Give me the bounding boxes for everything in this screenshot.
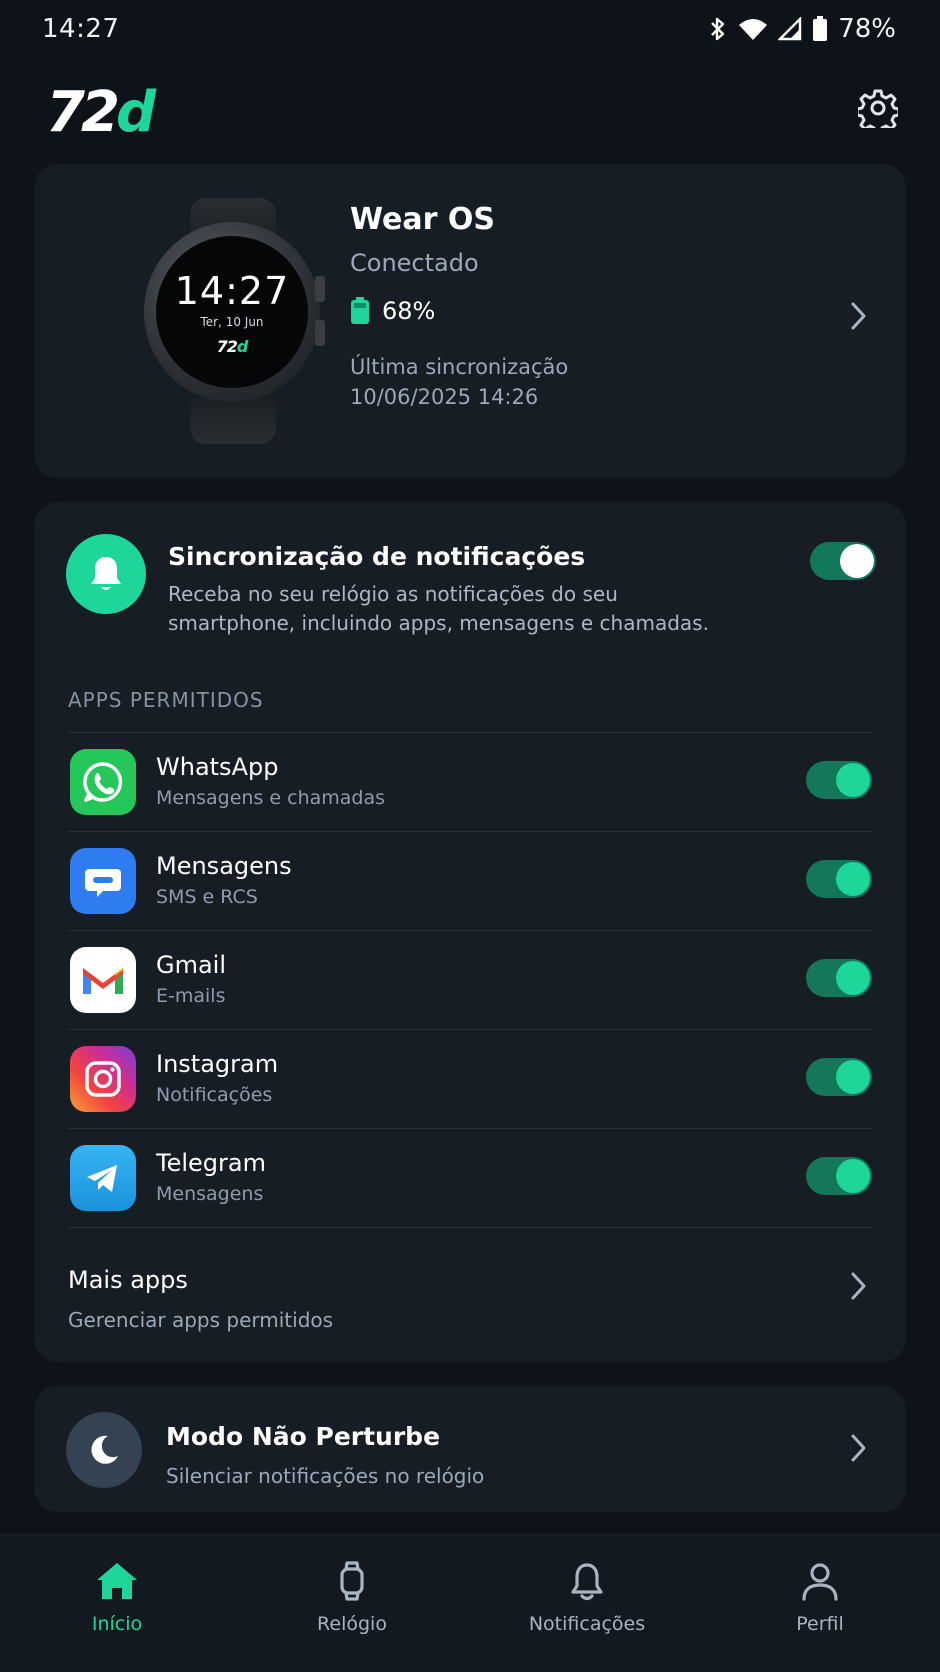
- app-row-instagram: Instagram Notificações: [68, 1029, 872, 1128]
- instagram-toggle[interactable]: [806, 1058, 872, 1096]
- nav-label: Notificações: [528, 1613, 646, 1635]
- app-name: Telegram: [156, 1149, 266, 1177]
- status-icons: 78%: [708, 14, 896, 44]
- telegram-icon: [70, 1145, 136, 1211]
- logo-letter: d: [115, 80, 156, 145]
- gmail-toggle[interactable]: [806, 959, 872, 997]
- dnd-title: Modo Não Perturbe: [166, 1422, 441, 1451]
- notification-sync-card: Sincronização de notificações Receba no …: [34, 502, 906, 1362]
- app-name: WhatsApp: [156, 753, 279, 781]
- app-row-mensagens: Mensagens SMS e RCS: [68, 831, 872, 930]
- device-info: Wear OS Conectado 68% Última sincronizaç…: [350, 202, 568, 409]
- logo-number: 72: [46, 80, 120, 145]
- device-name: Wear OS: [350, 202, 495, 237]
- watch-face: 14:27 Ter, 10 Jun 72d: [156, 236, 308, 388]
- device-battery-text: 68%: [382, 297, 436, 325]
- watch-logo-number: 72: [216, 336, 238, 356]
- dnd-subtitle: Silenciar notificações no relógio: [166, 1464, 485, 1488]
- nav-item-relogio[interactable]: Relógio: [252, 1561, 452, 1635]
- mensagens-toggle[interactable]: [806, 860, 872, 898]
- nav-item-notificacoes[interactable]: Notificações: [487, 1561, 687, 1635]
- watch-face-date: Ter, 10 Jun: [200, 314, 264, 329]
- app-name: Instagram: [156, 1050, 279, 1078]
- bluetooth-icon: [708, 16, 728, 42]
- battery-icon: [351, 297, 369, 324]
- device-status: Conectado: [350, 249, 479, 277]
- allowed-apps-label: APPS PERMITIDOS: [68, 688, 264, 712]
- allowed-apps-list: WhatsApp Mensagens e chamadas Mensagens …: [68, 732, 872, 1227]
- settings-button[interactable]: [854, 84, 902, 132]
- telegram-toggle[interactable]: [806, 1157, 872, 1195]
- moon-icon: [66, 1412, 142, 1488]
- app-row-gmail: Gmail E-mails: [68, 930, 872, 1029]
- home-icon: [97, 1563, 137, 1599]
- watch-icon: [340, 1561, 364, 1601]
- status-time: 14:27: [42, 14, 120, 44]
- bell-icon: [571, 1563, 603, 1601]
- more-apps-subtitle: Gerenciar apps permitidos: [68, 1308, 334, 1332]
- watch-face-logo: 72d: [216, 336, 249, 356]
- watch-face-time: 14:27: [174, 268, 290, 313]
- notification-sync-title: Sincronização de notificações: [168, 542, 586, 571]
- notification-sync-toggle[interactable]: [810, 542, 876, 580]
- app-logo: 72d: [46, 80, 156, 145]
- app-name: Mensagens: [156, 852, 292, 880]
- app-description: Mensagens e chamadas: [156, 787, 386, 809]
- watch-image: 14:27 Ter, 10 Jun 72d: [108, 198, 354, 444]
- gear-icon: [858, 89, 898, 128]
- app-row-telegram: Telegram Mensagens: [68, 1128, 872, 1227]
- bottom-navigation: Início Relógio Notificações Perfil: [0, 1534, 940, 1672]
- nav-item-perfil[interactable]: Perfil: [720, 1561, 920, 1635]
- app-header: 72d: [0, 70, 940, 146]
- gmail-icon: [70, 947, 136, 1013]
- status-battery-text: 78%: [838, 14, 896, 44]
- battery-icon: [812, 16, 828, 42]
- nav-label: Perfil: [796, 1613, 844, 1635]
- divider: [68, 1227, 872, 1228]
- app-row-whatsapp: WhatsApp Mensagens e chamadas: [68, 732, 872, 831]
- notification-sync-description: Receba no seu relógio as notificações do…: [168, 582, 709, 635]
- bell-icon: [66, 534, 146, 614]
- instagram-icon: [70, 1046, 136, 1112]
- app-description: Notificações: [156, 1084, 273, 1106]
- chevron-right-icon[interactable]: [848, 1270, 868, 1306]
- signal-icon: [778, 17, 802, 41]
- more-apps-button[interactable]: Mais apps Gerenciar apps permitidos: [68, 1266, 333, 1332]
- app-description: Mensagens: [156, 1183, 264, 1205]
- app-name: Gmail: [156, 951, 227, 979]
- wifi-icon: [738, 17, 768, 41]
- app-screen: 14:27 78% 72d 14:27 Ter, 10 Jun 72d Wear…: [0, 0, 940, 1672]
- nav-label: Relógio: [317, 1613, 387, 1635]
- nav-item-inicio[interactable]: Início: [17, 1561, 217, 1635]
- device-card[interactable]: 14:27 Ter, 10 Jun 72d Wear OS Conectado …: [34, 164, 906, 478]
- messages-icon: [70, 848, 136, 914]
- chevron-right-icon: [848, 300, 868, 336]
- device-battery: 68%: [350, 297, 568, 325]
- sync-date: 10/06/2025 14:26: [350, 385, 539, 409]
- whatsapp-toggle[interactable]: [806, 761, 872, 799]
- nav-label: Início: [91, 1613, 143, 1635]
- app-description: SMS e RCS: [156, 886, 258, 908]
- more-apps-title: Mais apps: [68, 1266, 188, 1294]
- status-bar: 14:27 78%: [0, 0, 940, 58]
- watch-logo-letter: d: [236, 336, 248, 356]
- sync-label: Última sincronização: [350, 355, 569, 379]
- profile-icon: [802, 1563, 838, 1601]
- dnd-card[interactable]: Modo Não Perturbe Silenciar notificações…: [34, 1386, 906, 1512]
- chevron-right-icon: [848, 1432, 868, 1468]
- whatsapp-icon: [70, 749, 136, 815]
- app-description: E-mails: [156, 985, 226, 1007]
